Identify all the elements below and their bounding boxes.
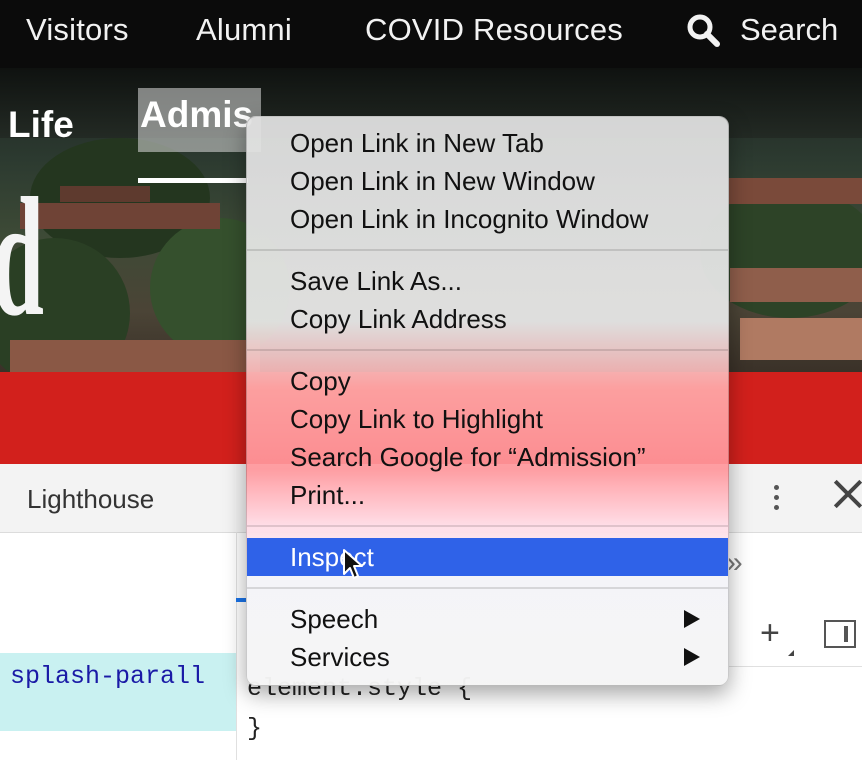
kebab-menu-icon[interactable] [766, 480, 786, 520]
hero-roof [730, 268, 862, 302]
submenu-arrow-icon [684, 610, 700, 628]
hero-roof [740, 318, 862, 360]
nav-link-covid-resources[interactable]: COVID Resources [365, 12, 623, 48]
menu-item-copy-link-address[interactable]: Copy Link Address [247, 300, 728, 338]
search-label: Search [740, 12, 839, 47]
nav-link-alumni[interactable]: Alumni [196, 12, 292, 48]
menu-separator [247, 525, 728, 527]
tab-lighthouse[interactable]: Lighthouse [27, 484, 154, 515]
menu-separator [247, 587, 728, 589]
new-style-rule-icon[interactable]: + [760, 616, 780, 650]
menu-item-print[interactable]: Print... [247, 476, 728, 514]
menu-item-copy-link-highlight[interactable]: Copy Link to Highlight [247, 400, 728, 438]
site-top-nav: Visitors Alumni COVID Resources Search [0, 0, 862, 68]
menu-item-search-google[interactable]: Search Google for “Admission” [247, 438, 728, 476]
hero-nav-life[interactable]: Life [8, 104, 74, 146]
element-style-rule-close: } [247, 714, 263, 743]
menu-item-open-new-tab[interactable]: Open Link in New Tab [247, 124, 728, 162]
nav-link-visitors[interactable]: Visitors [26, 12, 129, 48]
active-nav-underline [138, 178, 248, 183]
menu-item-inspect[interactable]: Inspect [247, 538, 728, 576]
toggle-sidebar-icon[interactable] [824, 620, 856, 648]
search-icon [687, 14, 720, 47]
hero-roof [20, 203, 220, 229]
menu-item-copy[interactable]: Copy [247, 362, 728, 400]
menu-separator [247, 249, 728, 251]
dropdown-corner-icon [788, 650, 794, 656]
dom-node-text[interactable]: splash-parall [10, 662, 205, 691]
panel-divider[interactable] [236, 532, 237, 760]
search-button[interactable]: Search [686, 12, 838, 48]
submenu-arrow-icon [684, 648, 700, 666]
close-icon[interactable] [832, 478, 862, 510]
menu-separator [247, 349, 728, 351]
menu-item-open-incognito[interactable]: Open Link in Incognito Window [247, 200, 728, 238]
hero-roof [60, 186, 150, 202]
hero-roof [10, 340, 260, 372]
selected-tab-indicator [236, 598, 246, 602]
context-menu: Open Link in New Tab Open Link in New Wi… [246, 116, 729, 686]
menu-item-speech[interactable]: Speech [247, 600, 728, 638]
menu-item-open-new-window[interactable]: Open Link in New Window [247, 162, 728, 200]
hero-roof [728, 178, 862, 204]
menu-item-services[interactable]: Services [247, 638, 728, 676]
hero-nav-admission[interactable]: Admis [138, 88, 262, 152]
mouse-pointer-icon [343, 549, 363, 579]
menu-item-save-link-as[interactable]: Save Link As... [247, 262, 728, 300]
hero-logo-letter: d [0, 172, 44, 342]
